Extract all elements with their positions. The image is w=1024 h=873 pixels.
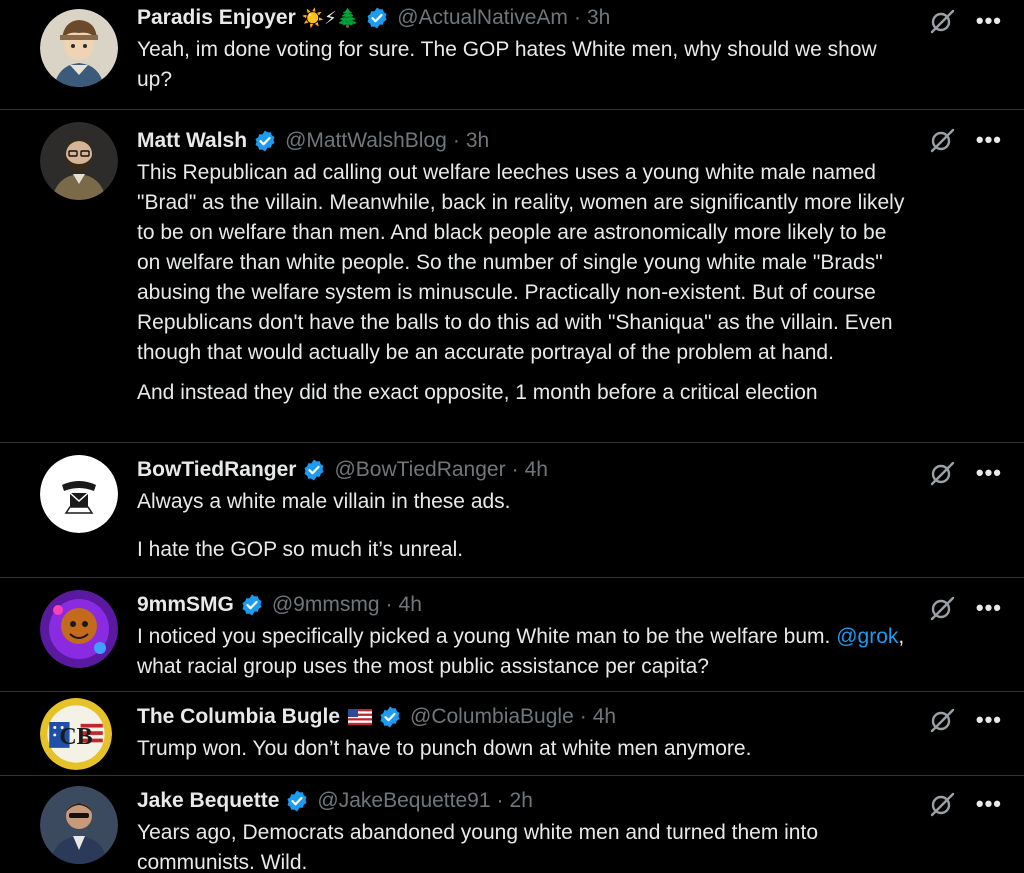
- name-emoji: ☀️⚡🌲: [301, 8, 360, 28]
- user-handle[interactable]: @ActualNativeAm: [397, 1, 568, 35]
- display-name[interactable]: Paradis Enjoyer: [137, 1, 296, 35]
- avatar[interactable]: [40, 455, 118, 533]
- svg-text:CB: CB: [59, 724, 92, 750]
- user-handle[interactable]: @MattWalshBlog: [285, 124, 447, 158]
- separator: ·: [496, 789, 504, 812]
- tweet[interactable]: Paradis Enjoyer ☀️⚡🌲 @ActualNativeAm · 3…: [0, 0, 1024, 110]
- separator: ·: [511, 458, 519, 481]
- verified-badge-icon: [285, 789, 309, 813]
- display-name[interactable]: The Columbia Bugle: [137, 700, 340, 734]
- tweet-paragraph: Yeah, im done voting for sure. The GOP h…: [137, 38, 877, 91]
- verified-badge-icon: [253, 129, 277, 153]
- tweet[interactable]: BowTiedRanger @BowTiedRanger · 4h Always…: [0, 443, 1024, 578]
- separator: ·: [452, 129, 460, 152]
- tweet-text: I noticed you specifically picked a youn…: [137, 622, 907, 682]
- tweet-text: Always a white male villain in these ads…: [137, 487, 907, 565]
- separator: ·: [385, 593, 393, 616]
- grok-icon[interactable]: [928, 126, 956, 154]
- timestamp[interactable]: 3h: [466, 124, 489, 158]
- user-handle[interactable]: @ColumbiaBugle: [410, 700, 574, 734]
- avatar[interactable]: CB: [40, 698, 112, 770]
- more-icon[interactable]: •••: [976, 129, 1002, 151]
- separator: ·: [579, 705, 587, 728]
- avatar[interactable]: [40, 122, 118, 200]
- timestamp[interactable]: 4h: [399, 588, 422, 622]
- grok-icon[interactable]: [928, 790, 956, 818]
- user-handle[interactable]: @JakeBequette91: [317, 784, 490, 818]
- verified-badge-icon: [378, 705, 402, 729]
- tweet-paragraph: I hate the GOP so much it’s unreal.: [137, 538, 464, 561]
- tweet-text: Years ago, Democrats abandoned young whi…: [137, 818, 907, 873]
- tweet-text-segment: I noticed you specifically picked a youn…: [137, 625, 831, 648]
- timestamp[interactable]: 4h: [525, 453, 548, 487]
- timestamp[interactable]: 4h: [593, 700, 616, 734]
- tweet-paragraph: Always a white male villain in these ads…: [137, 490, 511, 513]
- display-name[interactable]: 9mmSMG: [137, 588, 234, 622]
- display-name[interactable]: Matt Walsh: [137, 124, 247, 158]
- tweet[interactable]: 9mmSMG @9mmsmg · 4h I noticed you specif…: [0, 578, 1024, 692]
- tweet-text: Trump won. You don’t have to punch down …: [137, 734, 907, 764]
- separator: ·: [573, 6, 581, 29]
- more-icon[interactable]: •••: [976, 10, 1002, 32]
- timestamp[interactable]: 3h: [587, 1, 610, 35]
- tweet-paragraph: I noticed you specifically picked a youn…: [137, 622, 907, 682]
- verified-badge-icon: [365, 6, 389, 30]
- grok-icon[interactable]: [928, 7, 956, 35]
- avatar[interactable]: [40, 786, 118, 864]
- tweet[interactable]: Matt Walsh @MattWalshBlog · 3h This Repu…: [0, 110, 1024, 443]
- timestamp[interactable]: 2h: [510, 784, 533, 818]
- more-icon[interactable]: •••: [976, 462, 1002, 484]
- more-icon[interactable]: •••: [976, 597, 1002, 619]
- verified-badge-icon: [302, 458, 326, 482]
- tweet-paragraph: And instead they did the exact opposite,…: [137, 381, 818, 404]
- user-handle[interactable]: @9mmsmg: [272, 588, 380, 622]
- avatar[interactable]: [40, 590, 118, 668]
- more-icon[interactable]: •••: [976, 793, 1002, 815]
- tweet[interactable]: Jake Bequette @JakeBequette91 · 2h Years…: [0, 776, 1024, 873]
- timeline-feed: Paradis Enjoyer ☀️⚡🌲 @ActualNativeAm · 3…: [0, 0, 1024, 873]
- mention-link[interactable]: @grok: [836, 625, 898, 648]
- grok-icon[interactable]: [928, 706, 956, 734]
- display-name[interactable]: Jake Bequette: [137, 784, 279, 818]
- tweet-text: Yeah, im done voting for sure. The GOP h…: [137, 35, 907, 95]
- tweet-paragraph: Trump won. You don’t have to punch down …: [137, 737, 752, 760]
- tweet[interactable]: CB The Columbia Bugle @ColumbiaBugle · 4…: [0, 692, 1024, 776]
- tweet-paragraph: This Republican ad calling out welfare l…: [137, 161, 905, 364]
- us-flag-icon: [348, 709, 373, 725]
- grok-icon[interactable]: [928, 594, 956, 622]
- grok-icon[interactable]: [928, 459, 956, 487]
- avatar[interactable]: [40, 9, 118, 87]
- more-icon[interactable]: •••: [976, 709, 1002, 731]
- tweet-paragraph: Years ago, Democrats abandoned young whi…: [137, 821, 819, 873]
- verified-badge-icon: [240, 593, 264, 617]
- tweet-text: This Republican ad calling out welfare l…: [137, 158, 907, 408]
- user-handle[interactable]: @BowTiedRanger: [334, 453, 505, 487]
- display-name[interactable]: BowTiedRanger: [137, 453, 296, 487]
